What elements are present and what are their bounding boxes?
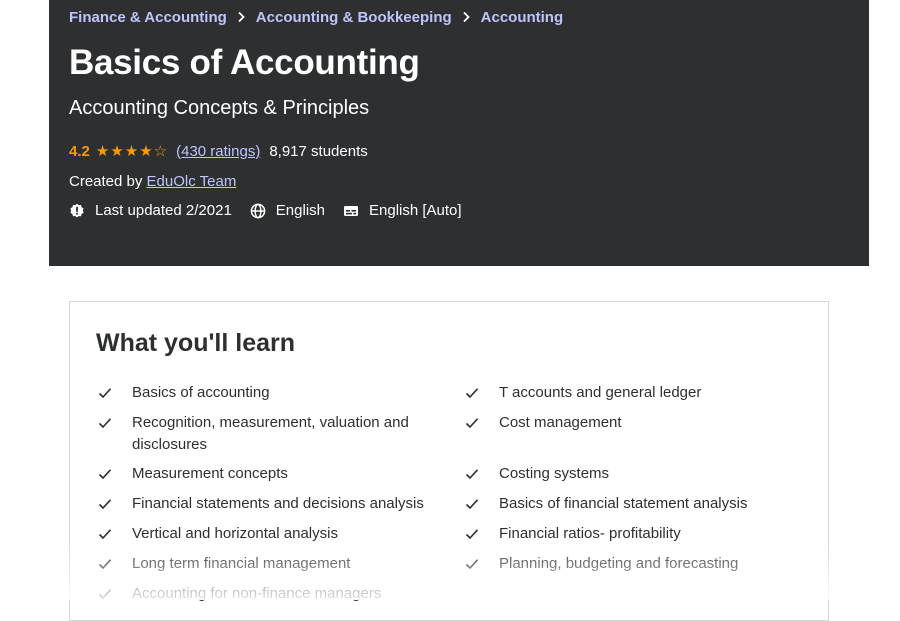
check-icon	[98, 523, 114, 545]
alert-badge-icon	[69, 203, 85, 219]
learn-item-text: Basics of accounting	[132, 384, 270, 401]
check-icon	[465, 523, 481, 545]
learn-item-text: Long term financial management	[132, 555, 351, 572]
learn-item-text: Financial ratios- profitability	[499, 525, 681, 542]
breadcrumb-accounting-bookkeeping[interactable]: Accounting & Bookkeeping	[256, 9, 452, 26]
learn-item-text: Costing systems	[499, 465, 610, 482]
check-icon	[465, 463, 481, 485]
captions-text: English [Auto]	[369, 202, 462, 219]
learn-item-text: Measurement concepts	[132, 465, 288, 482]
breadcrumb-finance-accounting[interactable]: Finance & Accounting	[69, 9, 227, 26]
learn-item-text: Cost management	[499, 414, 622, 431]
learn-item: Basics of financial statement analysis	[465, 493, 795, 515]
learn-item: Vertical and horizontal analysis	[98, 523, 438, 545]
check-icon	[98, 382, 114, 404]
students-count: 8,917 students	[269, 142, 368, 160]
last-updated-text: Last updated 2/2021	[95, 202, 232, 219]
learn-item: Basics of accounting	[98, 382, 428, 404]
ratings-count-link[interactable]: (430 ratings)	[176, 143, 260, 160]
chevron-right-icon	[462, 10, 471, 26]
rating-stars: ★★★★☆	[95, 143, 169, 160]
breadcrumb: Finance & Accounting Accounting & Bookke…	[69, 9, 563, 26]
check-icon	[465, 412, 481, 434]
check-icon	[465, 382, 481, 404]
check-icon	[98, 493, 114, 515]
learn-item: Financial ratios- profitability	[465, 523, 795, 545]
course-subtitle: Accounting Concepts & Principles	[69, 97, 370, 119]
learn-item: Long term financial management	[98, 553, 438, 575]
check-icon	[98, 412, 114, 434]
learn-item-text: Recognition, measurement, valuation and …	[132, 414, 409, 453]
check-icon	[465, 553, 481, 575]
check-icon	[465, 493, 481, 515]
author-link[interactable]: EduOlc Team	[147, 173, 237, 190]
rating-value: 4.2	[69, 142, 90, 160]
check-icon	[98, 463, 114, 485]
learn-item: Accounting for non-finance managers	[98, 583, 438, 605]
learn-heading: What you'll learn	[96, 329, 296, 357]
chevron-right-icon	[237, 10, 246, 26]
created-by-label: Created by	[69, 173, 143, 190]
learn-item-text: Basics of financial statement analysis	[499, 495, 748, 512]
learn-item-text: T accounts and general ledger	[499, 384, 702, 401]
globe-icon	[250, 203, 266, 219]
learn-item: Recognition, measurement, valuation and …	[98, 412, 428, 456]
course-language: English	[250, 202, 325, 219]
learn-item-text: Planning, budgeting and forecasting	[499, 555, 739, 572]
learn-item: Costing systems	[465, 463, 795, 485]
learn-item-text: Financial statements and decisions analy…	[132, 495, 424, 512]
learn-item: Measurement concepts	[98, 463, 428, 485]
learn-item: Financial statements and decisions analy…	[98, 493, 438, 515]
course-title: Basics of Accounting	[69, 43, 420, 82]
course-header: Finance & Accounting Accounting & Bookke…	[49, 0, 869, 266]
course-meta: Last updated 2/2021 English English [Aut…	[69, 202, 480, 219]
learn-item-text: Accounting for non-finance managers	[132, 585, 382, 602]
course-captions: English [Auto]	[343, 202, 462, 219]
check-icon	[98, 583, 114, 605]
check-icon	[98, 553, 114, 575]
learn-item: Cost management	[465, 412, 795, 434]
what-youll-learn-card: What you'll learn Basics of accounting R…	[69, 301, 829, 621]
language-text: English	[275, 202, 325, 219]
last-updated: Last updated 2/2021	[69, 202, 232, 219]
learn-item: Planning, budgeting and forecasting	[465, 553, 795, 575]
learn-item-text: Vertical and horizontal analysis	[132, 525, 338, 542]
breadcrumb-accounting[interactable]: Accounting	[481, 9, 564, 26]
learn-item: T accounts and general ledger	[465, 382, 795, 404]
rating-row: 4.2 ★★★★☆ (430 ratings) 8,917 students	[69, 142, 368, 161]
created-by: Created by EduOlc Team	[69, 173, 236, 190]
captions-icon	[343, 203, 359, 219]
